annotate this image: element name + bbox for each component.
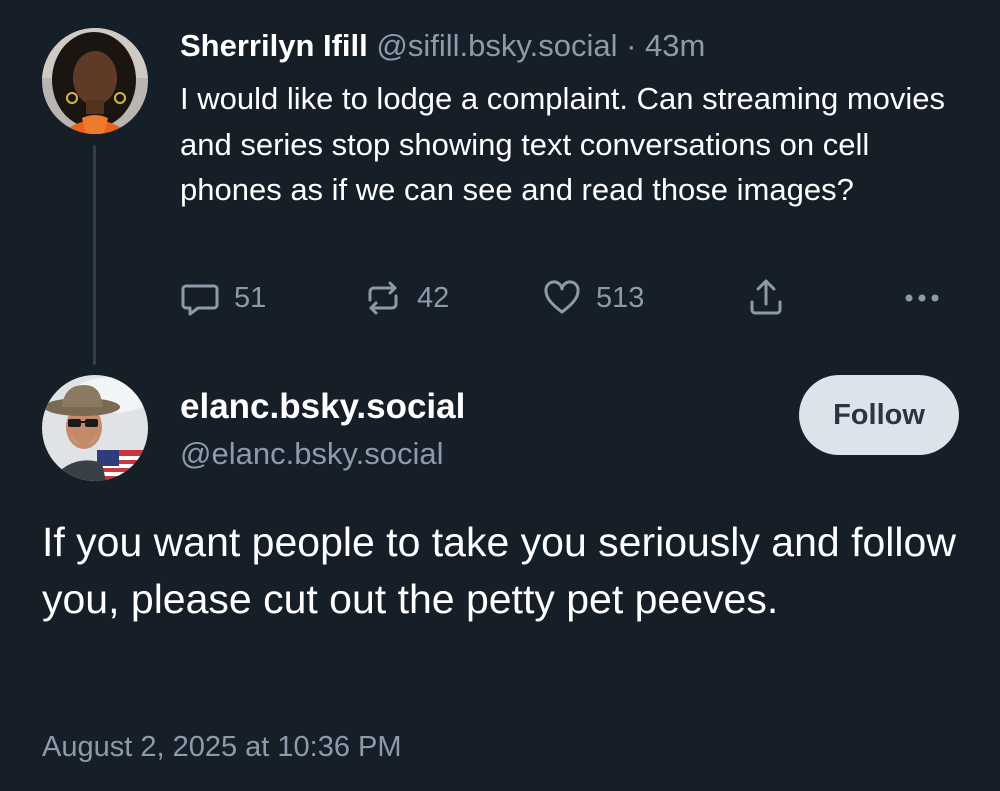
- share-upload-icon: [746, 278, 786, 318]
- more-options-button[interactable]: [902, 276, 942, 320]
- reply-button[interactable]: 51: [180, 276, 266, 320]
- thread-connector-line: [93, 145, 96, 365]
- heart-icon: [542, 278, 582, 318]
- repost-arrows-icon: [363, 278, 403, 318]
- reply-author-avatar[interactable]: [42, 375, 148, 481]
- parent-post-text: I would like to lodge a complaint. Can s…: [180, 81, 946, 207]
- parent-author-handle[interactable]: @sifill.bsky.social: [376, 28, 617, 63]
- parent-author-avatar[interactable]: [42, 28, 148, 134]
- reply-timestamp: August 2, 2025 at 10:36 PM: [42, 731, 402, 763]
- parent-post-actions: 51 42 513: [180, 276, 950, 320]
- parent-author-name[interactable]: Sherrilyn Ifill: [180, 28, 368, 63]
- share-button[interactable]: [746, 276, 786, 320]
- parent-post-time: 43m: [645, 28, 706, 63]
- reply-author-handle[interactable]: @elanc.bsky.social: [180, 434, 444, 474]
- repost-count: 42: [417, 281, 450, 314]
- speech-bubble-icon: [180, 278, 220, 318]
- follow-button[interactable]: Follow: [799, 375, 959, 455]
- repost-button[interactable]: 42: [363, 276, 449, 320]
- reply-author-name[interactable]: elanc.bsky.social: [180, 385, 465, 429]
- reply-post-text: If you want people to take you seriously…: [42, 519, 956, 622]
- parent-post-header: Sherrilyn Ifill @sifill.bsky.social · 43…: [180, 26, 705, 66]
- like-count: 513: [596, 281, 645, 314]
- header-separator: ·: [626, 28, 637, 63]
- like-button[interactable]: 513: [542, 276, 644, 320]
- ellipsis-icon: [902, 278, 942, 318]
- reply-count: 51: [234, 281, 267, 314]
